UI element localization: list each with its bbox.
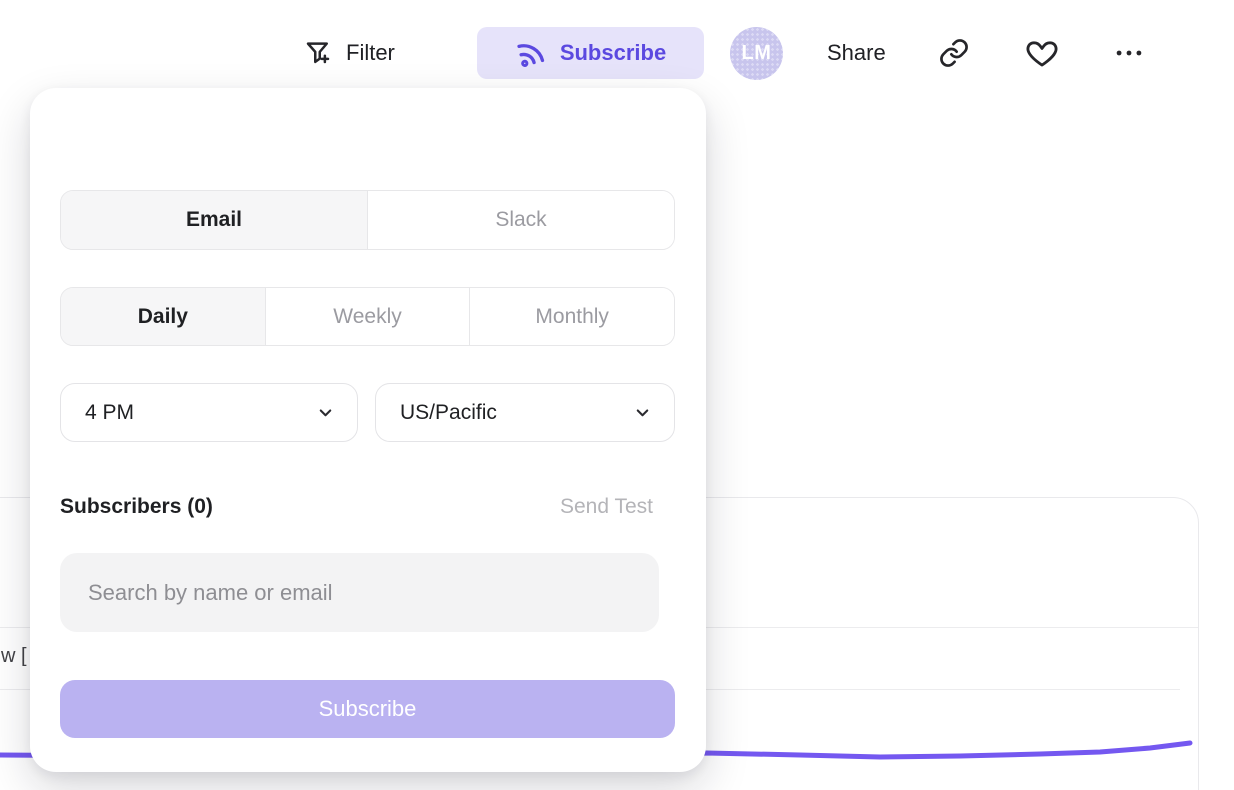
truncated-background-text: w [ <box>1 645 27 668</box>
tab-weekly[interactable]: Weekly <box>265 288 470 345</box>
favorite-button[interactable] <box>1025 27 1059 79</box>
tab-monthly[interactable]: Monthly <box>469 288 674 345</box>
subscribers-row: Subscribers (0) Send Test <box>60 491 675 523</box>
avatar[interactable]: LM <box>730 27 783 80</box>
page: w [ Filter Subscribe LM Share <box>0 0 1234 790</box>
subscribers-count-label: Subscribers (0) <box>60 495 213 519</box>
copy-link-button[interactable] <box>937 27 971 79</box>
send-test-button[interactable]: Send Test <box>560 495 653 519</box>
channel-tabs: Email Slack <box>60 190 675 250</box>
more-menu-button[interactable] <box>1112 27 1146 79</box>
share-label: Share <box>827 40 886 66</box>
filter-button[interactable]: Filter <box>303 27 395 79</box>
subscribe-submit-button[interactable]: Subscribe <box>60 680 675 738</box>
time-select-value: 4 PM <box>85 401 134 425</box>
link-icon <box>938 37 970 69</box>
timezone-select[interactable]: US/Pacific <box>375 383 675 442</box>
time-select[interactable]: 4 PM <box>60 383 358 442</box>
subscribe-label: Subscribe <box>560 40 666 66</box>
tab-email[interactable]: Email <box>61 191 367 249</box>
ellipsis-icon <box>1112 36 1146 70</box>
tab-daily[interactable]: Daily <box>61 288 265 345</box>
heart-icon <box>1025 36 1059 70</box>
tab-slack[interactable]: Slack <box>367 191 674 249</box>
schedule-row: 4 PM US/Pacific <box>60 383 675 442</box>
subscribe-button[interactable]: Subscribe <box>477 27 704 79</box>
share-button[interactable]: Share <box>827 27 886 79</box>
rss-icon <box>511 34 550 73</box>
chevron-down-icon <box>633 403 652 422</box>
filter-plus-icon <box>303 38 333 68</box>
toolbar: Filter Subscribe LM Share <box>0 0 1234 92</box>
create-subscription-modal: Create a Subscription Email Slack Daily … <box>30 88 706 772</box>
frequency-tabs: Daily Weekly Monthly <box>60 287 675 346</box>
avatar-initials: LM <box>742 42 772 65</box>
chevron-down-icon <box>316 403 335 422</box>
filter-label: Filter <box>346 40 395 66</box>
timezone-select-value: US/Pacific <box>400 401 497 425</box>
subscriber-search-input[interactable] <box>60 553 659 632</box>
